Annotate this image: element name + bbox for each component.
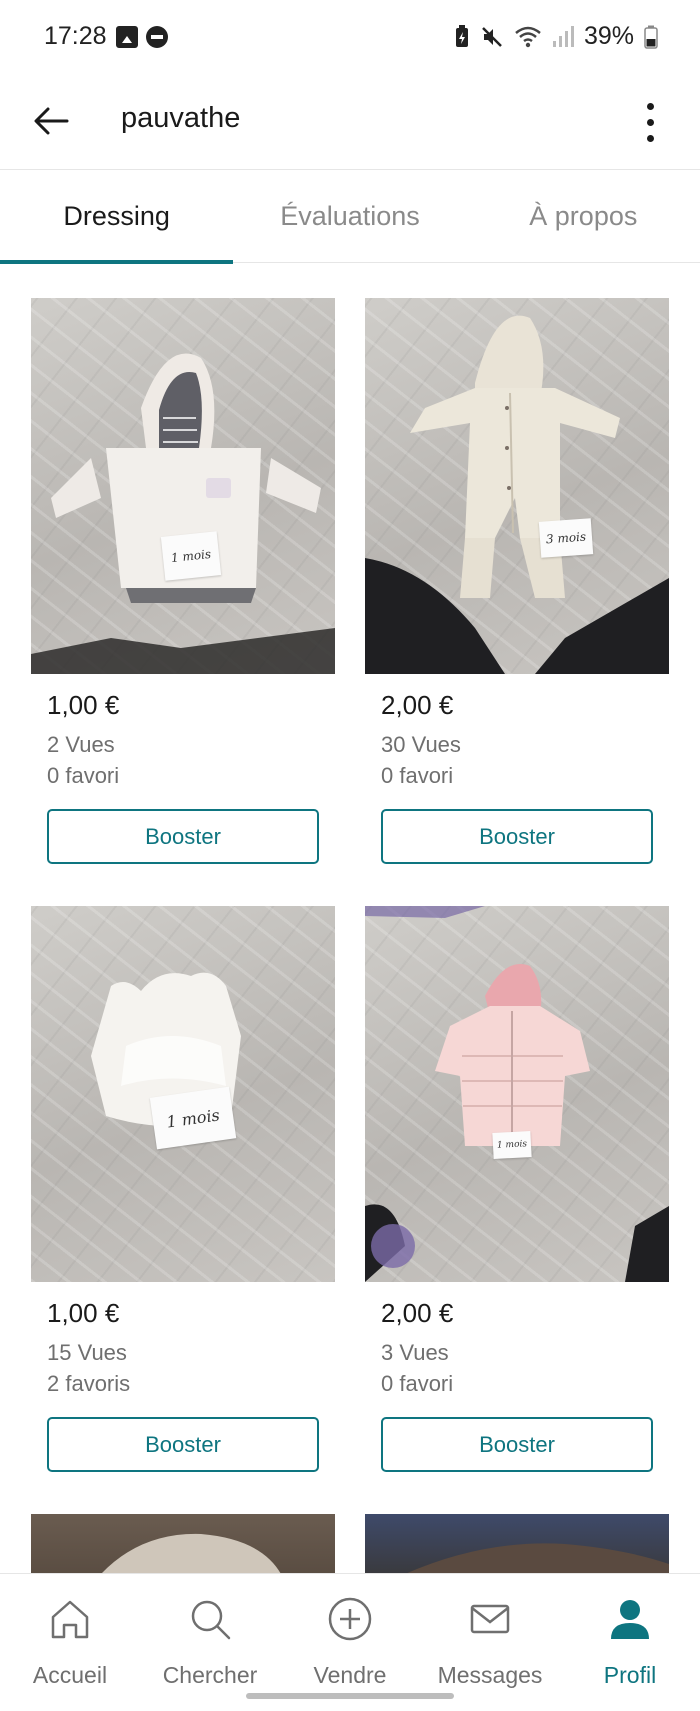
tab-dressing[interactable]: Dressing	[0, 170, 234, 264]
item-card[interactable]: 3 mois 2,00 € 30 Vues 0 favori Booster	[365, 298, 669, 864]
do-not-disturb-icon	[146, 26, 168, 48]
status-right-icons: 39%	[454, 22, 658, 51]
booster-button[interactable]: Booster	[381, 809, 653, 864]
item-price: 2,00 €	[381, 1298, 454, 1328]
back-button[interactable]	[26, 96, 76, 146]
item-favorites: 0 favori	[381, 763, 454, 788]
item-photo[interactable]	[31, 1514, 335, 1574]
item-photo[interactable]: 1 mois	[31, 298, 335, 674]
home-icon	[47, 1596, 93, 1642]
status-time: 17:28	[44, 22, 107, 50]
battery-icon	[644, 25, 658, 49]
item-price: 2,00 €	[381, 690, 454, 720]
mail-icon	[467, 1596, 513, 1642]
size-tag: 1 mois	[160, 531, 222, 581]
item-views: 30 Vues	[381, 732, 461, 757]
tab-about[interactable]: À propos	[467, 170, 700, 263]
bottom-navigation: Accueil Chercher Vendre Messages Profil	[0, 1573, 700, 1711]
item-photo[interactable]: 1 mois	[365, 906, 669, 1282]
size-tag: 3 mois	[538, 518, 594, 558]
home-indicator[interactable]	[246, 1693, 454, 1699]
more-vertical-icon-dot	[646, 118, 654, 126]
item-card[interactable]: 1 mois 2,00 € 3 Vues 0 favori Booster	[365, 906, 669, 1472]
booster-button[interactable]: Booster	[47, 1417, 319, 1472]
more-options-button[interactable]	[630, 94, 670, 150]
page-title: pauvathe	[121, 102, 241, 134]
nav-home[interactable]: Accueil	[0, 1574, 140, 1711]
item-photo[interactable]	[365, 1514, 669, 1574]
item-card[interactable]: 1 mois 1,00 € 2 Vues 0 favori Booster	[31, 298, 335, 864]
profile-tabs: Dressing Évaluations À propos	[0, 170, 700, 264]
app-bar: pauvathe	[0, 76, 700, 170]
item-card[interactable]: 1 mois 1,00 € 15 Vues 2 favoris Booster	[31, 906, 335, 1472]
gallery-icon	[116, 26, 138, 48]
wifi-icon	[515, 26, 541, 47]
search-icon	[187, 1596, 233, 1642]
battery-saver-icon	[455, 24, 468, 47]
nav-label: Vendre	[313, 1662, 387, 1688]
item-views: 3 Vues	[381, 1340, 449, 1365]
mute-icon	[482, 26, 502, 47]
item-photo[interactable]: 3 mois	[365, 298, 669, 674]
nav-label: Messages	[437, 1662, 543, 1688]
size-tag: 1 mois	[149, 1086, 237, 1150]
status-bar: 17:28 39%	[0, 0, 700, 76]
nav-profile[interactable]: Profil	[560, 1574, 700, 1711]
nav-label: Profil	[603, 1662, 657, 1688]
more-vertical-icon-dot	[646, 134, 654, 142]
arrow-left-icon	[34, 107, 69, 135]
item-price: 1,00 €	[47, 690, 120, 720]
item-favorites: 2 favoris	[47, 1371, 131, 1396]
status-left-icons	[116, 26, 168, 48]
nav-search[interactable]: Chercher	[140, 1574, 280, 1711]
nav-sell[interactable]: Vendre	[280, 1574, 420, 1711]
item-photo[interactable]: 1 mois	[31, 906, 335, 1282]
booster-button[interactable]: Booster	[381, 1417, 653, 1472]
nav-label: Chercher	[162, 1662, 258, 1688]
size-tag: 1 mois	[492, 1131, 532, 1159]
item-views: 2 Vues	[47, 732, 115, 757]
item-views: 15 Vues	[47, 1340, 127, 1365]
nav-label: Accueil	[32, 1662, 108, 1688]
item-favorites: 0 favori	[47, 763, 120, 788]
tab-evaluations[interactable]: Évaluations	[233, 170, 466, 263]
booster-button[interactable]: Booster	[47, 809, 319, 864]
item-card[interactable]	[31, 1514, 335, 1574]
nav-messages[interactable]: Messages	[420, 1574, 560, 1711]
item-favorites: 0 favori	[381, 1371, 454, 1396]
battery-percent: 39%	[583, 22, 634, 50]
plus-circle-icon	[327, 1596, 373, 1642]
item-price: 1,00 €	[47, 1298, 120, 1328]
more-vertical-icon	[646, 102, 654, 110]
signal-icon	[552, 25, 574, 47]
profile-icon	[607, 1596, 653, 1642]
item-card[interactable]	[365, 1514, 669, 1574]
